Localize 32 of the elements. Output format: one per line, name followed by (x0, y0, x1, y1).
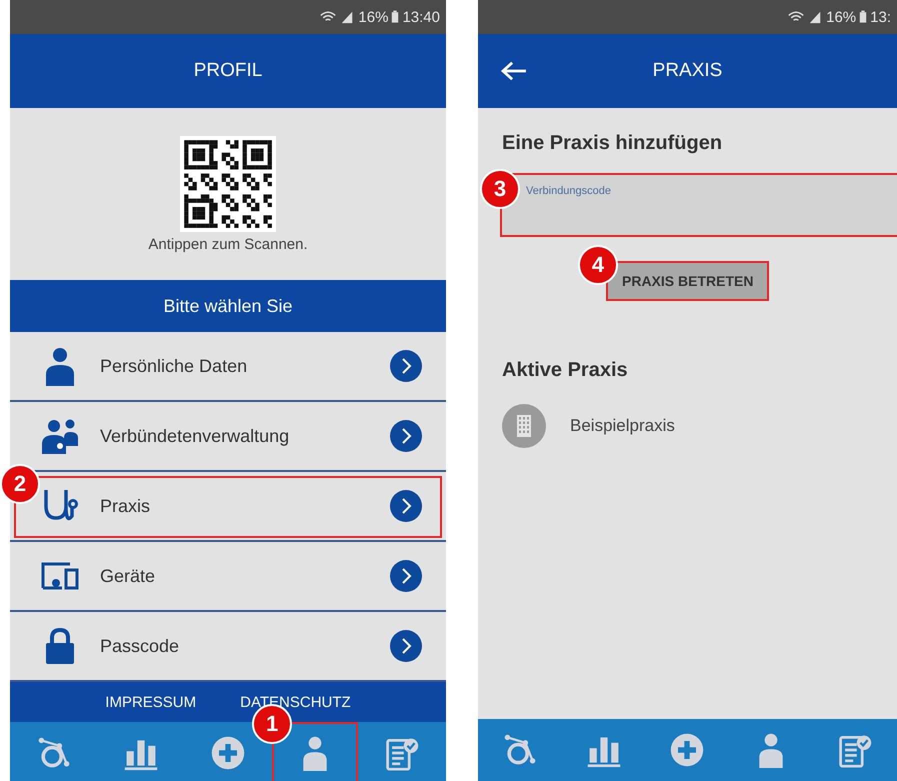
chevron-right-icon (390, 490, 422, 522)
step-number-badge: 4 (578, 245, 618, 285)
qr-caption: Antippen zum Scannen. (148, 236, 308, 252)
battery-icon (391, 10, 400, 24)
chevron-right-icon (390, 420, 422, 452)
chevron-right-icon (390, 350, 422, 382)
battery-percent: 16% (826, 8, 856, 26)
chevron-right-icon (390, 560, 422, 592)
screen-title: PRAXIS (652, 60, 722, 82)
qr-code-drawing[interactable] (180, 136, 276, 232)
menu-item[interactable]: Persönliche Daten (10, 332, 446, 402)
section-heading: Aktive Praxis (502, 359, 629, 382)
battery-icon (859, 10, 868, 24)
footer-link[interactable]: IMPRESSUM (105, 694, 196, 710)
building-icon (502, 404, 546, 448)
clock-time: 13:40 (402, 8, 440, 26)
signal-icon (339, 10, 356, 24)
battery-percent: 16% (358, 8, 388, 26)
back-arrow-icon[interactable] (500, 60, 528, 82)
screen-title: PROFIL (194, 60, 262, 82)
step-number-badge: 3 (480, 169, 520, 209)
section-heading: Eine Praxis hinzufügen (502, 132, 724, 155)
signal-icon (807, 10, 824, 24)
chevron-right-icon (390, 630, 422, 662)
menu-item[interactable]: Verbündetenverwaltung (10, 402, 446, 472)
section-header: Bitte wählen Sie (10, 280, 446, 332)
add-icon[interactable] (669, 732, 706, 768)
enter-practice-button[interactable]: PRAXIS BETRETEN (608, 263, 768, 299)
step-number-badge: 2 (0, 464, 40, 504)
clock-time: 13: (870, 8, 891, 26)
menu-item[interactable]: Geräte (10, 542, 446, 612)
add-icon[interactable] (210, 735, 246, 771)
